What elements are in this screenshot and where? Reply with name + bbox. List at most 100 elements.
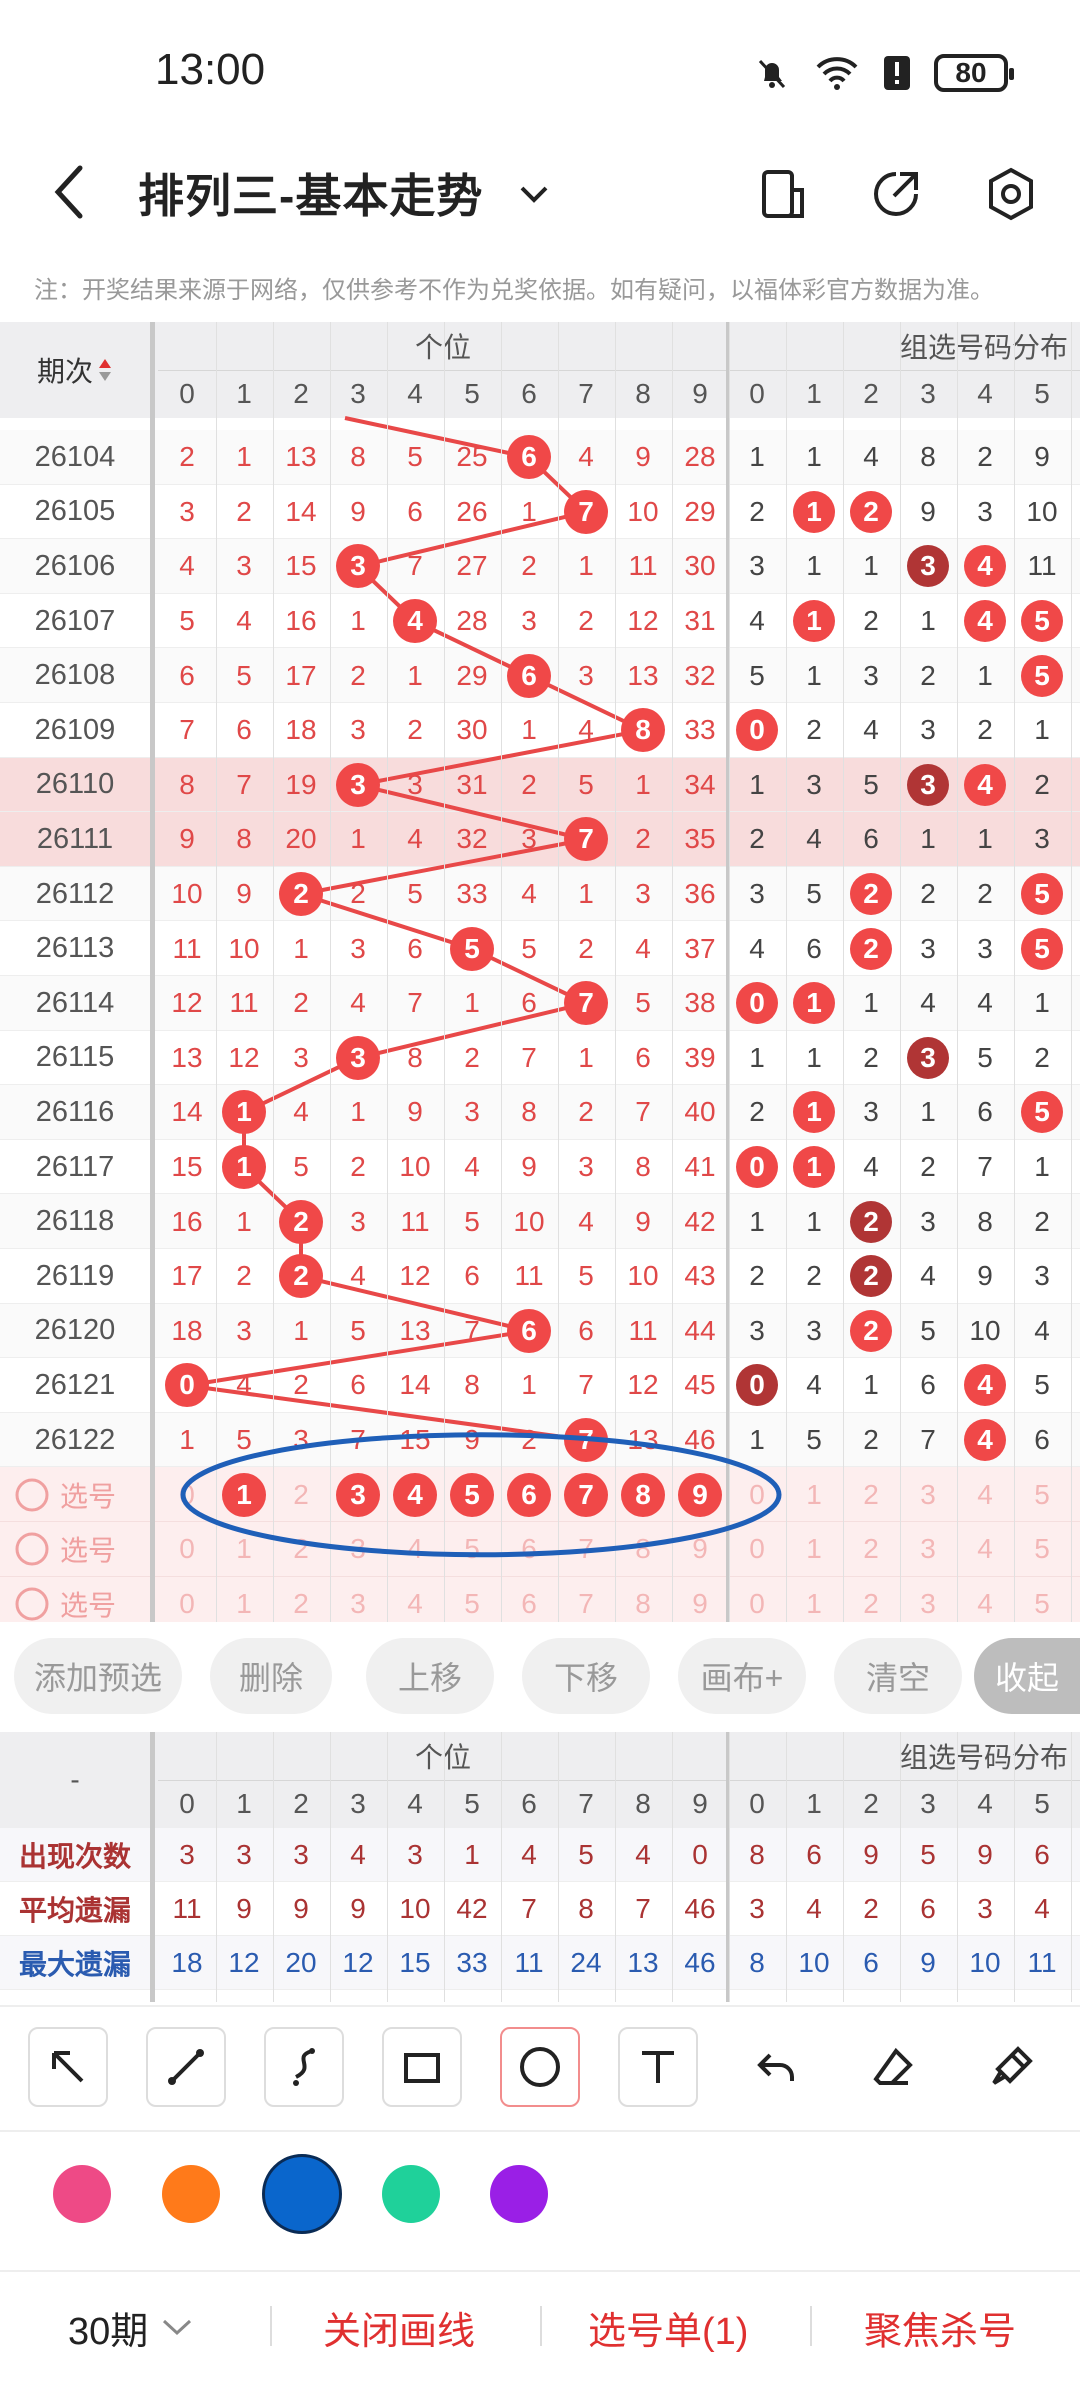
pick-digit[interactable]: 1	[216, 1467, 273, 1522]
pick-digit[interactable]: 4	[387, 1522, 444, 1577]
undo-icon[interactable]	[736, 2027, 816, 2107]
pick-combo-digit[interactable]: 5	[1014, 1522, 1071, 1577]
rect-tool-icon[interactable]	[382, 2027, 462, 2107]
pick-digit[interactable]: 5	[444, 1577, 501, 1622]
pick-digit[interactable]: 1	[216, 1522, 273, 1577]
pick-digit[interactable]: 8	[615, 1577, 672, 1622]
pick-combo-digit[interactable]: 4	[957, 1467, 1014, 1522]
pick-digit[interactable]: 3	[330, 1467, 387, 1522]
pick-digit[interactable]: 3	[330, 1522, 387, 1577]
color-swatch[interactable]	[382, 2165, 440, 2223]
pick-row-label[interactable]: 选号	[14, 1577, 144, 1622]
pick-digit[interactable]: 6	[501, 1577, 558, 1622]
action-button[interactable]: 收起	[974, 1638, 1080, 1714]
unit-miss-cell: 7	[350, 1424, 366, 1456]
pick-digit[interactable]: 9	[672, 1522, 729, 1577]
color-swatch[interactable]	[53, 2165, 111, 2223]
clear-brush-icon[interactable]	[972, 2027, 1052, 2107]
radio-circle-icon[interactable]	[14, 1531, 50, 1567]
pick-digit[interactable]: 7	[558, 1577, 615, 1622]
pick-digit[interactable]: 5	[444, 1522, 501, 1577]
curve-tool-icon[interactable]	[264, 2027, 344, 2107]
eraser-icon[interactable]	[854, 2027, 934, 2107]
combo-ball: 1	[793, 600, 835, 643]
pick-digit[interactable]: 3	[330, 1577, 387, 1622]
focus-kill-button[interactable]: 聚焦杀号	[864, 2272, 1016, 2382]
pick-combo-digit[interactable]: 3	[900, 1467, 957, 1522]
pick-combo-digit[interactable]: 5	[1014, 1577, 1071, 1622]
pick-combo-digit[interactable]: 2	[843, 1467, 900, 1522]
pick-combo-digit[interactable]: 0	[729, 1467, 786, 1522]
action-button[interactable]: 下移	[522, 1638, 650, 1714]
back-arrow-icon[interactable]	[50, 162, 90, 222]
combo-digit-header: 0	[749, 378, 765, 409]
pick-combo-digit[interactable]: 1	[786, 1577, 843, 1622]
action-button[interactable]: 画布+	[678, 1638, 806, 1714]
pick-combo-digit[interactable]: 0	[729, 1577, 786, 1622]
pick-row-label[interactable]: 选号	[14, 1467, 144, 1522]
pick-digit[interactable]: 6	[501, 1522, 558, 1577]
action-button[interactable]: 添加预选	[14, 1638, 182, 1714]
pick-digit[interactable]: 8	[615, 1467, 672, 1522]
period-selector[interactable]: 30期	[68, 2272, 194, 2382]
pick-combo-digit[interactable]: 4	[957, 1577, 1014, 1622]
chevron-down-icon[interactable]	[516, 180, 552, 210]
pick-digit[interactable]: 4	[387, 1467, 444, 1522]
unit-miss-cell: 17	[285, 659, 317, 691]
arrow-tool-icon[interactable]	[28, 2027, 108, 2107]
circle-tool-icon[interactable]	[500, 2027, 580, 2107]
pick-digit[interactable]: 5	[444, 1467, 501, 1522]
pick-digit[interactable]: 4	[387, 1577, 444, 1622]
pick-combo-digit[interactable]: 4	[957, 1522, 1014, 1577]
radio-circle-icon[interactable]	[14, 1477, 50, 1513]
pick-combo-digit[interactable]: 3	[900, 1577, 957, 1622]
stats-value: 13	[627, 1947, 659, 1978]
column-line	[557, 1732, 559, 2002]
pick-combo-digit[interactable]: 1	[786, 1467, 843, 1522]
radio-circle-icon[interactable]	[14, 1586, 50, 1622]
unit-miss-cell: 40	[684, 1096, 716, 1128]
page-title[interactable]: 排列三-基本走势	[138, 160, 483, 226]
group-divider	[726, 322, 729, 1622]
combo-hit-cell: 2	[843, 1249, 900, 1304]
pick-ball: 9	[678, 1472, 722, 1517]
settings-hex-icon[interactable]	[984, 166, 1038, 222]
pick-combo-digit[interactable]: 5	[1014, 1467, 1071, 1522]
action-button[interactable]: 上移	[366, 1638, 494, 1714]
pick-combo-digit[interactable]: 0	[729, 1522, 786, 1577]
action-button[interactable]: 清空	[834, 1638, 962, 1714]
pick-digit[interactable]: 9	[672, 1467, 729, 1522]
pick-combo-digit[interactable]: 2	[843, 1577, 900, 1622]
pick-digit[interactable]: 1	[216, 1577, 273, 1622]
line-tool-icon[interactable]	[146, 2027, 226, 2107]
color-swatch[interactable]	[262, 2154, 342, 2234]
pick-digit[interactable]: 7	[558, 1522, 615, 1577]
pick-list-button[interactable]: 选号单(1)	[588, 2272, 748, 2382]
color-swatch[interactable]	[162, 2165, 220, 2223]
pick-digit[interactable]: 2	[273, 1522, 330, 1577]
pick-combo-digit[interactable]: 1	[786, 1522, 843, 1577]
pick-combo-digit[interactable]: 3	[900, 1522, 957, 1577]
text-tool-icon[interactable]	[618, 2027, 698, 2107]
share-icon[interactable]	[870, 168, 922, 220]
color-swatch[interactable]	[490, 2165, 548, 2223]
phone-layout-icon[interactable]	[760, 168, 806, 220]
pick-digit[interactable]: 2	[273, 1577, 330, 1622]
pick-digit[interactable]: 0	[159, 1577, 216, 1622]
close-line-button[interactable]: 关闭画线	[323, 2272, 475, 2382]
pick-digit[interactable]: 0	[159, 1467, 216, 1522]
pick-digit[interactable]: 6	[501, 1467, 558, 1522]
combo-miss-cell: 3	[920, 932, 936, 964]
stats-value: 3	[407, 1839, 423, 1870]
pick-digit[interactable]: 9	[672, 1577, 729, 1622]
pick-digit[interactable]: 8	[615, 1522, 672, 1577]
action-button[interactable]: 删除	[210, 1638, 332, 1714]
stats-value: 3	[977, 1893, 993, 1924]
pick-combo-digit[interactable]: 2	[843, 1522, 900, 1577]
hit-ball: 2	[279, 1199, 323, 1244]
pick-digit[interactable]: 2	[273, 1467, 330, 1522]
pick-row-label[interactable]: 选号	[14, 1522, 144, 1577]
pick-digit[interactable]: 0	[159, 1522, 216, 1577]
period-header[interactable]: 期次	[0, 322, 150, 418]
pick-digit[interactable]: 7	[558, 1467, 615, 1522]
